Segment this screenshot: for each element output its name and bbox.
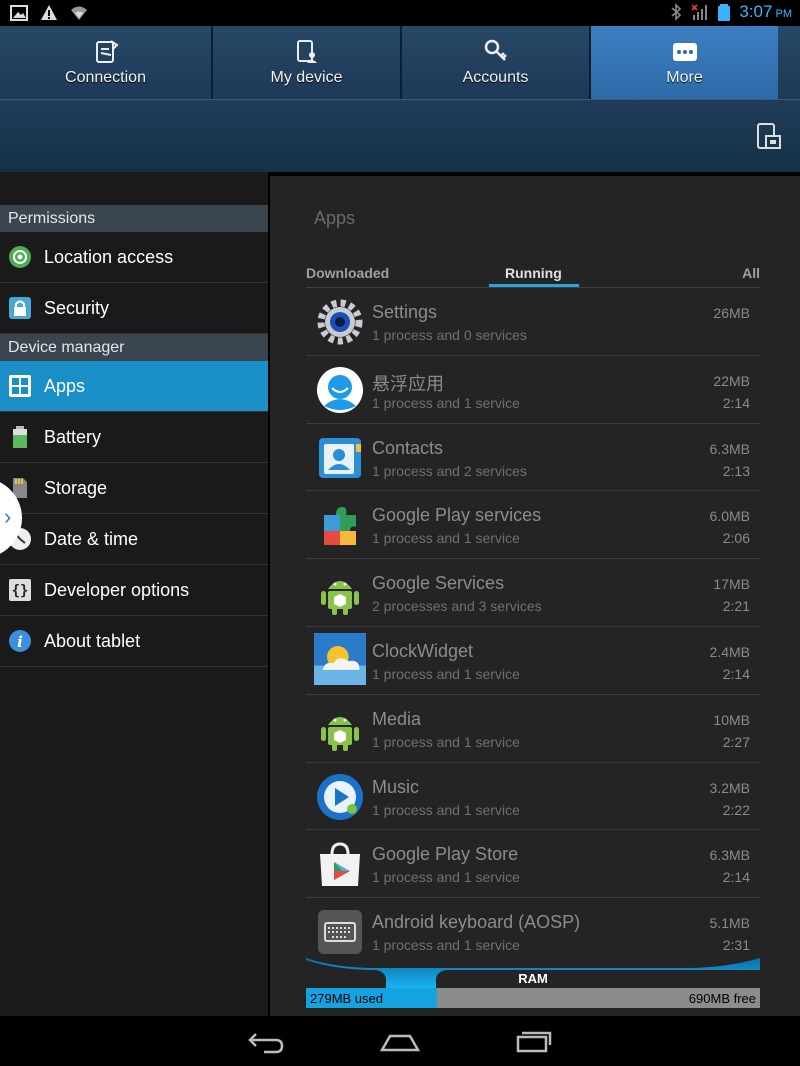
ram-label: RAM (518, 971, 548, 986)
list-item[interactable]: Google Play Store 1 process and 1 servic… (306, 830, 760, 899)
section-header-device-manager: Device manager (0, 334, 268, 361)
ram-free-text: 690MB free (688, 991, 756, 1006)
tab-all[interactable]: All (742, 265, 760, 281)
connection-icon (95, 39, 119, 63)
play-store-bag-icon (320, 842, 360, 887)
list-item[interactable]: ClockWidget 1 process and 1 service 2.4M… (306, 627, 760, 695)
info-icon: i (9, 630, 31, 652)
section-header-permissions: Permissions (0, 205, 268, 232)
sidebar-item-label: Developer options (44, 579, 190, 600)
recent-apps-icon[interactable] (514, 1028, 554, 1054)
bluetooth-icon (671, 3, 682, 21)
music-play-icon (317, 773, 363, 820)
ram-used-text: 279MB used (310, 991, 383, 1006)
contacts-icon (319, 437, 361, 478)
signal-icon (691, 4, 708, 20)
settings-sidebar: Permissions Location access Security Dev… (0, 172, 268, 1016)
wifi-notification-icon (71, 6, 87, 20)
more-icon (672, 42, 697, 61)
sidebar-item-label: About tablet (44, 630, 141, 651)
ram-bar: 279MB used 690MB free (306, 988, 760, 1008)
sidebar-item-date-time[interactable]: Date & time (0, 514, 268, 565)
sidebar-item-label: Battery (44, 426, 102, 447)
braces-icon: {} (9, 579, 31, 601)
ram-usage: RAM 279MB used 690MB free (306, 956, 760, 1010)
sidebar-item-label: Storage (44, 477, 108, 498)
sidebar-item-location-access[interactable]: Location access (0, 232, 268, 283)
battery-status-icon (718, 4, 731, 21)
tab-accounts[interactable]: Accounts (402, 26, 591, 99)
list-item[interactable]: Settings 1 process and 0 services 26MB (306, 288, 760, 356)
tab-running[interactable]: Running (505, 265, 562, 281)
sidebar-item-label: Location access (44, 246, 174, 267)
svg-text:{}: {} (12, 583, 29, 599)
sidebar-item-developer-options[interactable]: {} Developer options (0, 565, 268, 616)
sidebar-item-security[interactable]: Security (0, 283, 268, 334)
warning-notification-icon (41, 5, 57, 20)
weather-clock-icon (314, 632, 366, 685)
sidebar-item-apps[interactable]: Apps (0, 361, 268, 412)
settings-tab-bar: Connection My device Accounts More (0, 26, 800, 99)
sidebar-item-label: Date & time (44, 528, 139, 549)
sidebar-item-storage[interactable]: Storage (0, 463, 268, 514)
puzzle-piece-icon (324, 507, 356, 546)
running-apps-list: Settings 1 process and 0 services 26MB 悬… (306, 288, 760, 966)
sidebar-item-label: Apps (44, 375, 86, 396)
page-title: Apps (314, 208, 356, 228)
action-bar (0, 99, 800, 172)
status-bar: 3:07 PM (0, 0, 800, 26)
apps-subtabs: Downloaded Running All (306, 252, 760, 288)
battery-icon (13, 426, 27, 448)
home-icon[interactable] (380, 1028, 420, 1054)
list-item[interactable]: Google Services 2 processes and 3 servic… (306, 559, 760, 627)
tab-connection[interactable]: Connection (0, 26, 213, 99)
svg-text:i: i (17, 633, 23, 651)
list-item[interactable]: Music 1 process and 1 service 3.2MB 2:22 (306, 763, 760, 831)
back-icon[interactable] (246, 1028, 286, 1054)
keyboard-icon (318, 910, 362, 955)
sidebar-item-about-tablet[interactable]: i About tablet (0, 616, 268, 667)
location-icon (9, 246, 31, 268)
multi-window-icon[interactable] (756, 122, 782, 152)
apps-panel: Apps Downloaded Running All Settings 1 p… (270, 176, 800, 1016)
apps-grid-icon (9, 375, 31, 397)
lock-icon (9, 297, 31, 319)
tab-my-device[interactable]: My device (213, 26, 402, 99)
android-robot-icon (321, 581, 359, 616)
sidebar-item-battery[interactable]: Battery (0, 412, 268, 463)
settings-gear-icon (317, 299, 363, 345)
clock-text: 3:07 PM (739, 2, 792, 21)
active-tab-indicator (489, 284, 579, 287)
list-item[interactable]: Google Play services 1 process and 1 ser… (306, 491, 760, 560)
list-item[interactable]: Contacts 1 process and 2 services 6.3MB … (306, 424, 760, 492)
list-item[interactable]: 悬浮应用 1 process and 1 service 22MB 2:14 (306, 356, 760, 424)
gallery-notification-icon (10, 5, 28, 21)
device-icon (296, 39, 317, 63)
key-icon (484, 39, 507, 61)
tab-more[interactable]: More (591, 26, 778, 99)
chevron-right-icon: › (4, 504, 12, 529)
android-robot-icon (321, 716, 359, 751)
list-item[interactable]: Media 1 process and 1 service 10MB 2:27 (306, 695, 760, 763)
tab-downloaded[interactable]: Downloaded (306, 265, 389, 281)
floating-app-icon (317, 366, 363, 413)
sidebar-item-label: Security (44, 297, 110, 318)
navigation-bar (0, 1016, 800, 1066)
